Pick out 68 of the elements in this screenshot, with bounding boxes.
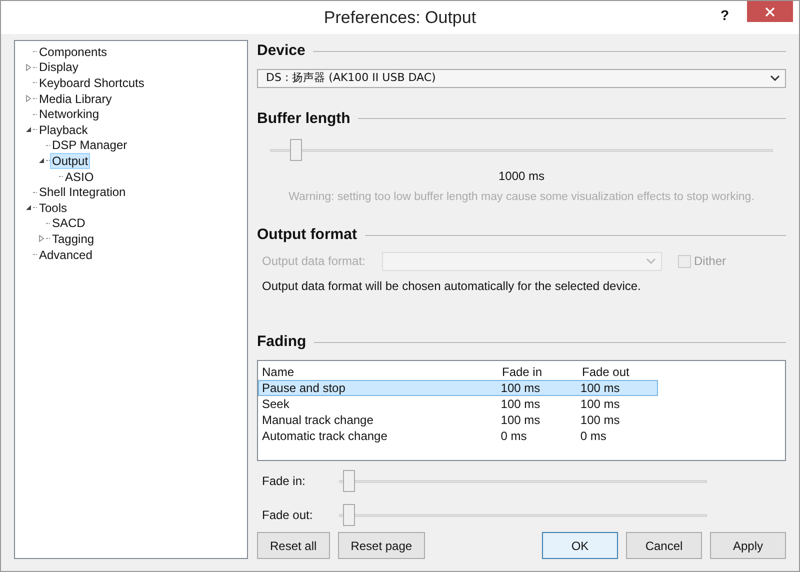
tree-item[interactable]: ASIO [63,168,96,185]
fade-slider[interactable] [339,503,707,528]
tree-item[interactable]: Shell Integration [37,184,128,200]
column-header[interactable]: Fade in [498,363,578,382]
collapsed-arrow-icon[interactable] [24,64,32,71]
slider-thumb[interactable] [290,139,302,161]
section-heading: Output format [257,225,357,246]
dither-label: Dither [694,253,726,270]
section-heading: Fading [257,332,306,352]
buffer-reading: 1000 ms [498,168,545,185]
slider-label: Fade in: [261,473,306,490]
tree-item[interactable]: Tools [37,200,70,216]
tree-item[interactable]: Output [50,152,90,169]
tree-item[interactable]: DSP Manager [50,137,130,154]
table-row[interactable]: Manual track change 100 ms 100 ms [258,412,658,428]
tree-item[interactable]: Advanced [37,246,94,263]
tree-item[interactable]: Keyboard Shortcuts [37,74,146,91]
reset-button[interactable]: Reset all [257,532,330,559]
expanded-arrow-icon[interactable] [24,204,32,212]
slider-label: Fade out: [261,507,314,524]
section-heading: Device [257,41,306,61]
tree-item[interactable]: SACD [50,215,88,232]
expanded-arrow-icon[interactable] [38,157,44,164]
table-cell-text: 100 ms [500,412,542,430]
table-cell-text: 100 ms [579,396,621,414]
tree-item[interactable]: Media Library [37,90,114,107]
help-button[interactable]: ? [720,5,729,26]
collapsed-arrow-icon[interactable] [38,235,44,242]
tree-item[interactable]: Playback [37,122,90,138]
table-cell-text: 0 ms [579,428,608,446]
window-title: Preferences: Output [324,6,476,29]
tree-item[interactable]: Networking [37,106,102,122]
expanded-arrow-icon[interactable] [24,126,32,134]
device-dropdown[interactable]: DS : 扬声器 (AK100 II USB DAC) [257,68,786,88]
reset-button[interactable]: Reset page [338,532,426,559]
section-heading: Buffer length [257,108,350,128]
table-cell-text: Seek [261,396,290,414]
buffer-slider[interactable] [270,138,773,162]
chevron-down-icon [770,75,780,81]
table-cell-text: Manual track change [261,412,374,430]
table-cell-text: 0 ms [500,428,528,446]
dialog-button[interactable]: OK [542,532,618,559]
table-row[interactable]: Pause and stop 100 ms 100 ms [258,380,658,396]
warning-text: Warning: setting too low buffer length may cause some visualization effects to stop working. [288,190,754,205]
chevron-down-icon [646,258,656,264]
dialog-button[interactable]: Cancel [626,532,702,559]
tree-item[interactable]: Display [37,59,80,76]
format-note: Output data format will be chosen automatically for the selected device. [262,278,642,295]
tree-item[interactable]: Tagging [50,230,96,247]
table-row[interactable]: Seek 100 ms 100 ms [258,396,658,412]
table-row[interactable]: Automatic track change 0 ms 0 ms [258,428,658,444]
close-button[interactable] [747,1,793,22]
slider-thumb[interactable] [342,504,355,526]
dialog-button[interactable]: Apply [710,532,786,559]
column-header[interactable]: Fade out [578,363,658,382]
table-cell-text: 100 ms [500,396,542,414]
fade-slider[interactable] [339,469,707,494]
slider-thumb[interactable] [342,470,355,492]
close-icon [765,6,775,16]
tree-item[interactable]: Components [37,44,110,60]
collapsed-arrow-icon[interactable] [24,95,32,102]
format-label: Output data format: [262,253,366,270]
column-header[interactable]: Name [258,363,498,382]
table-cell-text: Automatic track change [261,428,388,446]
table-cell-text: 100 ms [500,380,542,398]
table-cell-text: 100 ms [579,380,621,398]
table-cell-text: Pause and stop [261,380,346,398]
table-cell-text: 100 ms [579,412,621,430]
